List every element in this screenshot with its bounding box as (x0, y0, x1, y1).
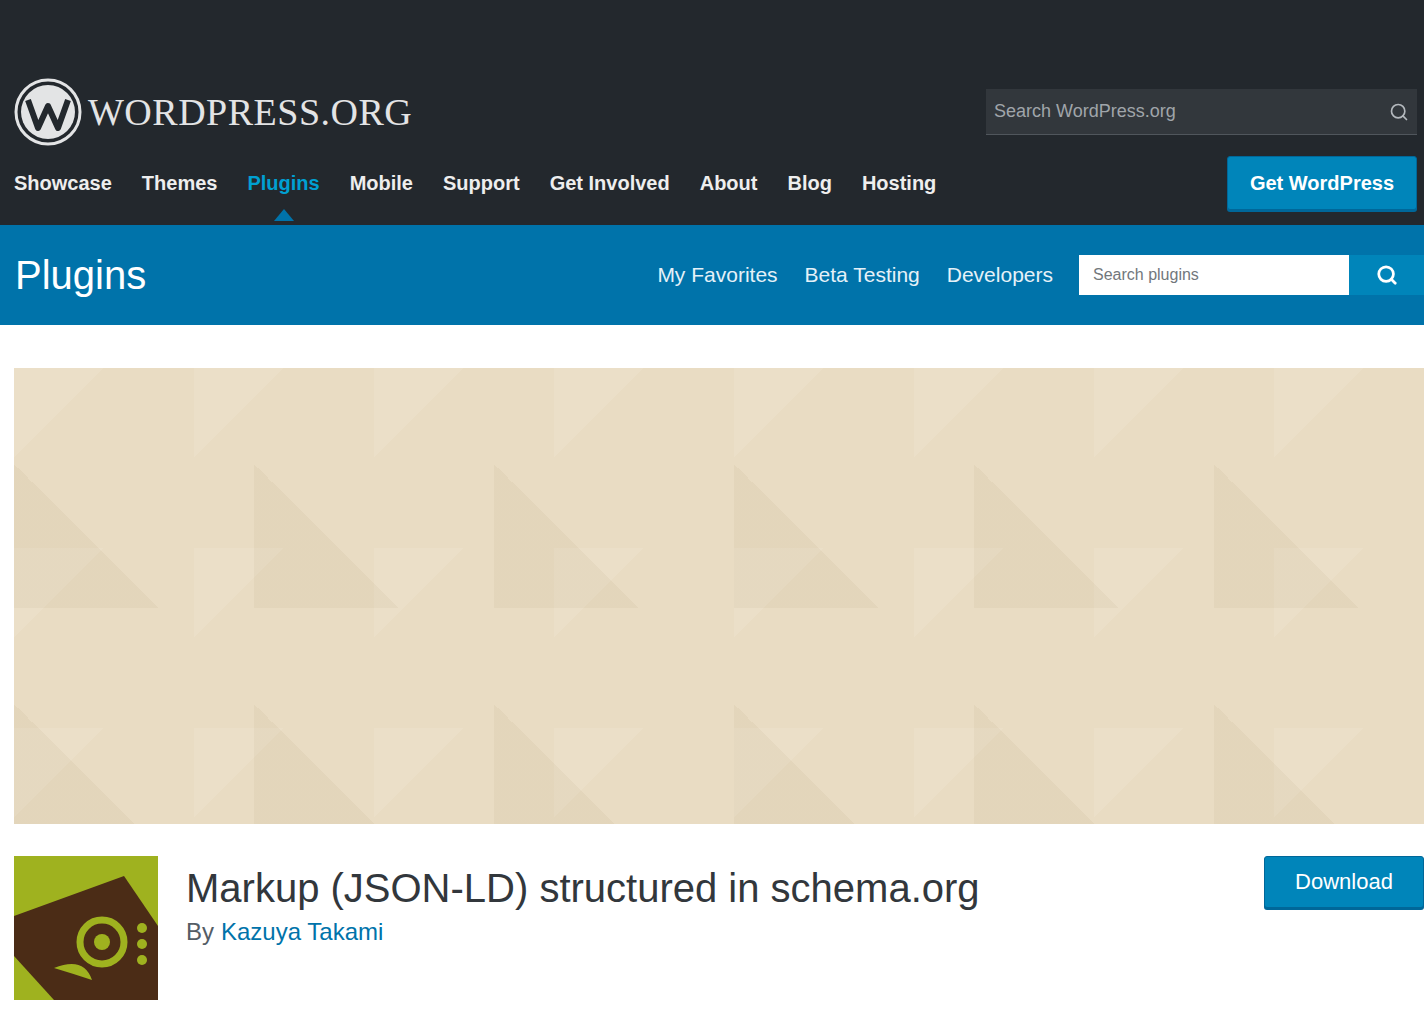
nav-pointer (274, 209, 294, 221)
get-wordpress-button[interactable]: Get WordPress (1227, 156, 1417, 210)
nav-item[interactable]: Get Involved (550, 172, 670, 195)
nav-item[interactable]: Support (443, 172, 520, 195)
nav-item[interactable]: Themes (142, 172, 218, 195)
nav-item[interactable]: Mobile (350, 172, 413, 195)
plugins-bar-right: My Favorites Beta Testing Developers (657, 255, 1424, 295)
byline-label: By (186, 918, 214, 945)
download-button[interactable]: Download (1264, 856, 1424, 908)
site-logo[interactable]: WORDPRESS.ORG (14, 78, 412, 146)
plugin-page: Markup (JSON-LD) structured in schema.or… (0, 325, 1424, 1000)
plugins-bar: Plugins My Favorites Beta Testing Developer… (0, 225, 1424, 325)
plugins-link[interactable]: My Favorites (657, 263, 777, 287)
plugins-title: Plugins (15, 253, 146, 298)
plugins-link[interactable]: Developers (947, 263, 1053, 287)
plugins-link[interactable]: Beta Testing (805, 263, 920, 287)
site-header: WORDPRESS.ORG Showcase Themes Plugins Mobile… (0, 0, 1424, 225)
nav-item[interactable]: Blog (787, 172, 831, 195)
wordpress-logo-icon (14, 78, 82, 146)
plugin-info: Markup (JSON-LD) structured in schema.or… (186, 856, 1264, 946)
nav-item[interactable]: About (700, 172, 758, 195)
search-icon (1376, 264, 1398, 286)
plugin-search (1079, 255, 1424, 295)
search-icon[interactable] (1389, 102, 1409, 122)
author-link[interactable]: Kazuya Takami (221, 918, 383, 945)
plugin-title: Markup (JSON-LD) structured in schema.or… (186, 864, 1264, 912)
header-top-row: WORDPRESS.ORG (14, 76, 1417, 148)
plugin-search-input[interactable] (1079, 255, 1349, 295)
nav-item[interactable]: Showcase (14, 172, 112, 195)
header-nav-row: Showcase Themes Plugins Mobile Support Get In… (14, 155, 1417, 211)
plugins-links: My Favorites Beta Testing Developers (657, 263, 1053, 287)
plugin-header: Markup (JSON-LD) structured in schema.or… (14, 856, 1424, 1000)
plugin-byline: By Kazuya Takami (186, 918, 1264, 946)
plugin-search-button[interactable] (1349, 255, 1424, 295)
plugin-banner (14, 368, 1424, 824)
nav-item[interactable]: Plugins (247, 172, 319, 195)
logo-text: WORDPRESS.ORG (88, 90, 412, 134)
nav-item[interactable]: Hosting (862, 172, 936, 195)
site-search (986, 89, 1417, 135)
plugin-icon (14, 856, 158, 1000)
main-nav: Showcase Themes Plugins Mobile Support Get In… (14, 172, 936, 195)
site-search-input[interactable] (992, 100, 1389, 123)
